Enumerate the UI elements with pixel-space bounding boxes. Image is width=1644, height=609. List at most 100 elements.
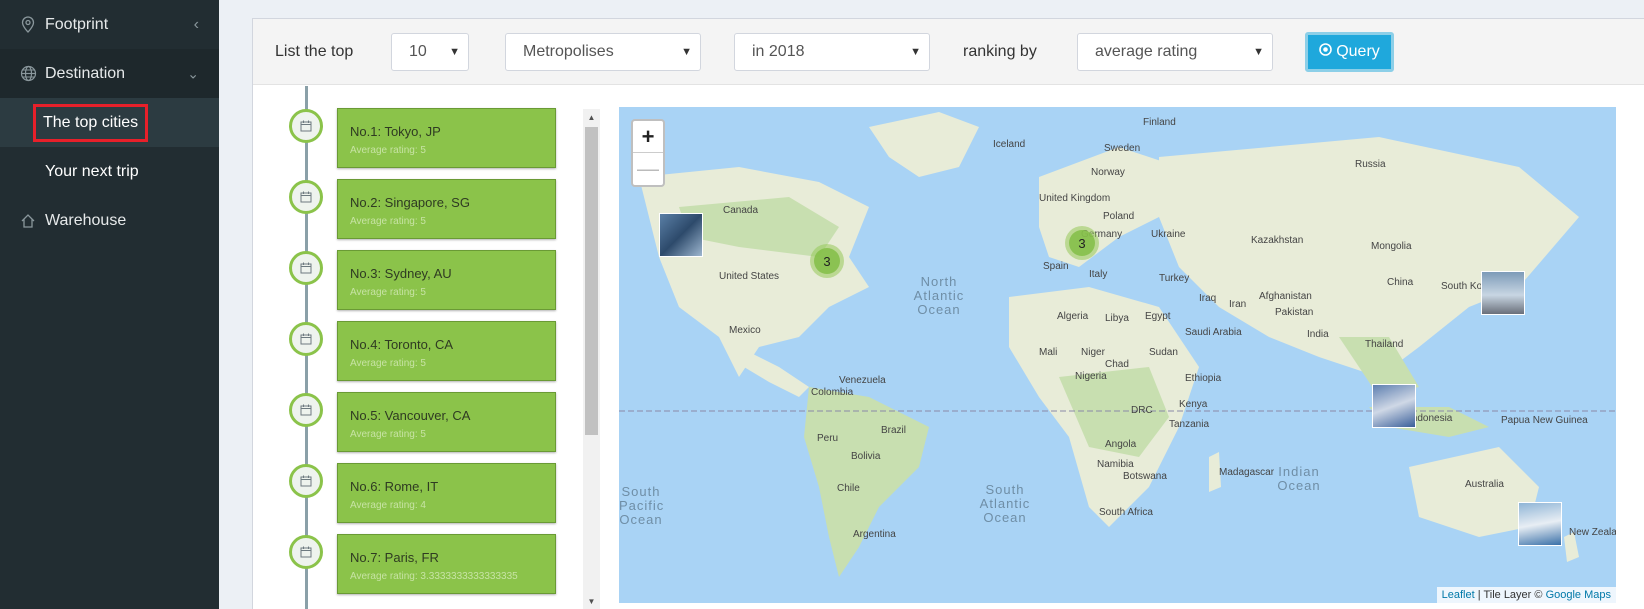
map-country-label: Finland [1143,117,1176,128]
map-country-label: Australia [1465,479,1504,490]
sidebar-item-label: Warehouse [45,211,127,229]
map-country-label: DRC [1131,405,1153,416]
target-icon [1319,43,1333,61]
map-country-label: Chile [837,483,860,494]
map-country-label: Ethiopia [1185,373,1222,384]
map-country-label: Sweden [1104,143,1141,154]
map-country-label: Tanzania [1169,419,1210,430]
sidebar-subitem-next-trip[interactable]: Your next trip [0,147,219,196]
map-country-label: New Zealand [1569,527,1616,538]
map-country-label: Mexico [729,325,761,336]
globe-icon [19,65,37,83]
map-ocean-label: South Pacific Ocean [619,484,665,527]
city-rank-title: No.2: Singapore, SG [350,195,470,210]
map-country-label: Botswana [1123,471,1167,482]
calendar-icon [289,322,323,356]
city-rank-title: No.7: Paris, FR [350,550,439,565]
map-cluster-marker[interactable]: 3 [810,244,844,278]
city-card[interactable]: No.3: Sydney, AU Average rating: 5 [337,250,556,310]
sidebar-item-destination[interactable]: Destination ⌄ [0,49,219,98]
map-country-label: Bolivia [851,451,881,462]
ranking-label: ranking by [963,43,1037,60]
ranking-select[interactable]: average rating ▼ [1077,33,1273,71]
map-country-label: Afghanistan [1259,291,1312,302]
timeline-item[interactable]: No.1: Tokyo, JP Average rating: 5 [253,108,593,168]
map-country-label: Russia [1355,159,1386,170]
map-country-label: Mongolia [1371,241,1412,252]
city-rank-title: No.4: Toronto, CA [350,337,454,352]
ranking-select-value: average rating [1095,43,1198,60]
home-icon [19,212,37,230]
map-country-label: Iran [1229,299,1247,310]
city-card[interactable]: No.4: Toronto, CA Average rating: 5 [337,321,556,381]
city-rank-title: No.5: Vancouver, CA [350,408,471,423]
leaflet-link[interactable]: Leaflet [1442,589,1475,601]
map-country-label: Thailand [1365,339,1404,350]
world-map[interactable]: Finland Iceland Sweden Norway Russia Canada Un… [619,107,1616,603]
map-country-label: United States [719,271,780,282]
query-button[interactable]: Query [1305,32,1394,72]
map-country-label: Argentina [853,529,896,540]
sidebar-subitem-label: The top cities [32,103,149,142]
zoom-in-button[interactable]: + [633,121,663,153]
timeline-item[interactable]: No.6: Rome, IT Average rating: 4 [253,463,593,523]
city-rating: Average rating: 5 [350,145,426,156]
sidebar-submenu: The top cities Your next trip [0,98,219,196]
city-photo-marker[interactable] [1481,271,1525,315]
chevron-down-icon: ⌄ [187,65,199,81]
map-country-label: Egypt [1145,311,1171,322]
map-country-label: Algeria [1057,311,1089,322]
query-bar: List the top 10 ▼ Metropolises ▼ in 2018… [253,19,1644,85]
map-pin-icon [19,16,37,34]
city-card[interactable]: No.5: Vancouver, CA Average rating: 5 [337,392,556,452]
city-rank-title: No.3: Sydney, AU [350,266,452,281]
timeline-item[interactable]: No.5: Vancouver, CA Average rating: 5 [253,392,593,452]
city-card[interactable]: No.6: Rome, IT Average rating: 4 [337,463,556,523]
map-country-label: Mali [1039,347,1058,358]
map-country-label: Kazakhstan [1251,235,1304,246]
main-panel: List the top 10 ▼ Metropolises ▼ in 2018… [252,18,1644,609]
city-rating: Average rating: 5 [350,358,426,369]
calendar-icon [289,180,323,214]
sidebar-item-footprint[interactable]: Footprint ‹ [0,0,219,49]
timeline-item[interactable]: No.4: Toronto, CA Average rating: 5 [253,321,593,381]
timeline-scrollbar[interactable]: ▲ ▼ [583,109,600,609]
year-select[interactable]: in 2018 ▼ [734,33,930,71]
year-select-value: in 2018 [752,43,805,60]
timeline-item[interactable]: No.3: Sydney, AU Average rating: 5 [253,250,593,310]
city-photo-marker[interactable] [1372,384,1416,428]
map-country-label: Madagascar [1219,467,1275,478]
city-card[interactable]: No.1: Tokyo, JP Average rating: 5 [337,108,556,168]
sidebar-item-warehouse[interactable]: Warehouse [0,196,219,245]
map-cluster-marker[interactable]: 3 [1065,226,1099,260]
map-attribution: Leaflet | Tile Layer © Google Maps [1436,587,1616,603]
city-photo-marker[interactable] [659,213,703,257]
city-card[interactable]: No.7: Paris, FR Average rating: 3.3333333… [337,534,556,594]
map-country-label: Colombia [811,387,854,398]
city-rank-title: No.6: Rome, IT [350,479,439,494]
city-photo-marker[interactable] [1518,502,1562,546]
timeline-item[interactable]: No.7: Paris, FR Average rating: 3.3333333… [253,534,593,594]
scroll-up-arrow-icon[interactable]: ▲ [583,109,600,125]
sidebar-item-label: Footprint [45,15,109,33]
scrollbar-thumb[interactable] [585,127,598,435]
city-card[interactable]: No.2: Singapore, SG Average rating: 5 [337,179,556,239]
scroll-down-arrow-icon[interactable]: ▼ [583,593,600,609]
map-country-label: Pakistan [1275,307,1314,318]
city-rating: Average rating: 4 [350,500,426,511]
ranking-timeline: No.1: Tokyo, JP Average rating: 5 No.2: Si… [253,86,593,609]
map-country-label: Angola [1105,439,1137,450]
calendar-icon [289,251,323,285]
category-select[interactable]: Metropolises ▼ [505,33,701,71]
dropdown-arrow-icon: ▼ [681,46,692,58]
count-select[interactable]: 10 ▼ [391,33,469,71]
map-country-label: Nigeria [1075,371,1107,382]
calendar-icon [289,464,323,498]
google-maps-link[interactable]: Google Maps [1546,589,1611,601]
map-country-label: India [1307,329,1329,340]
sidebar: Footprint ‹ Destination ⌄ The top cities… [0,0,219,609]
zoom-out-button[interactable]: — [633,153,663,185]
sidebar-subitem-top-cities[interactable]: The top cities [0,98,219,147]
map-country-label: China [1387,277,1414,288]
timeline-item[interactable]: No.2: Singapore, SG Average rating: 5 [253,179,593,239]
